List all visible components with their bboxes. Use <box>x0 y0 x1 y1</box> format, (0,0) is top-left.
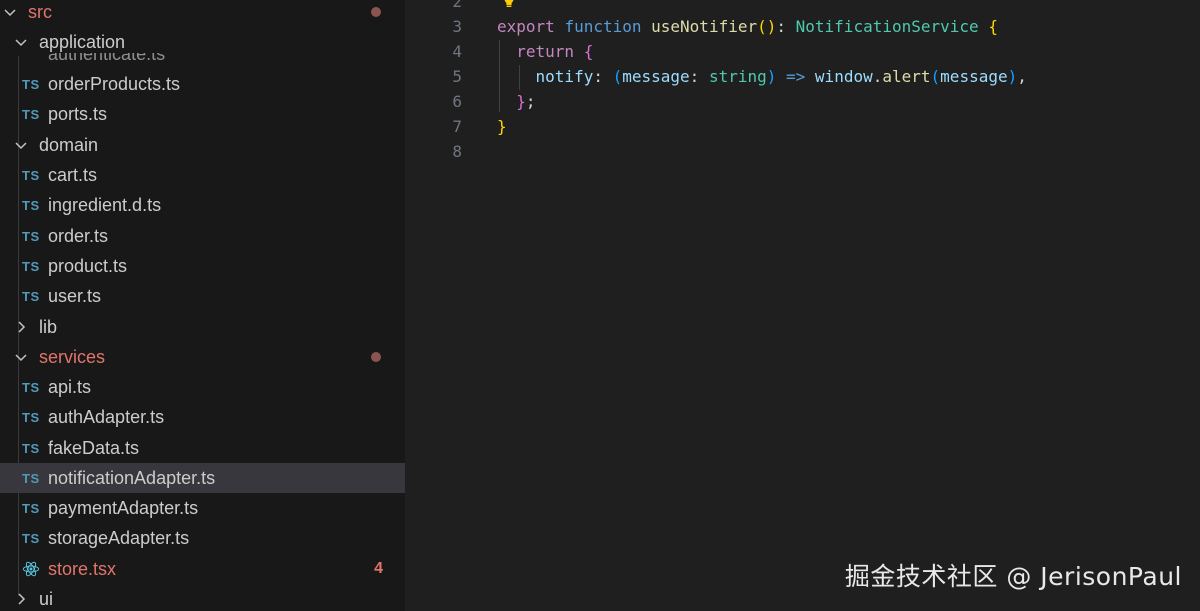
explorer-sidebar: src application authenticate.ts TS order… <box>0 0 406 611</box>
line-number: 4 <box>452 42 462 61</box>
tree-file-store[interactable]: store.tsx 4 <box>0 554 405 584</box>
chevron-down-icon <box>13 349 29 365</box>
tree-file-fakeData[interactable]: TS fakeData.ts <box>0 433 405 463</box>
line-number: 2 <box>452 0 462 11</box>
tree-file-ports[interactable]: TS ports.ts <box>0 99 405 129</box>
ts-file-icon: TS <box>22 258 40 274</box>
chevron-right-icon <box>13 591 29 607</box>
tree-file-paymentAdapter[interactable]: TS paymentAdapter.ts <box>0 493 405 523</box>
problems-count-badge: 4 <box>374 560 383 577</box>
ts-file-icon: TS <box>22 288 40 304</box>
chevron-down-icon <box>13 34 29 50</box>
ts-file-icon: TS <box>22 530 40 546</box>
ts-file-icon: TS <box>22 228 40 244</box>
tree-label: domain <box>39 134 99 155</box>
tree-label: paymentAdapter.ts <box>48 497 199 518</box>
line-number: 5 <box>452 67 462 86</box>
ts-file-icon: TS <box>22 500 40 516</box>
code-line-6: }; <box>516 92 536 111</box>
tree-file-storageAdapter[interactable]: TS storageAdapter.ts <box>0 523 405 553</box>
ts-file-icon: TS <box>22 409 40 425</box>
ts-file-icon: TS <box>22 106 40 122</box>
ts-file-icon: TS <box>22 379 40 395</box>
chevron-right-icon <box>13 319 29 335</box>
tree-file-user[interactable]: TS user.ts <box>0 281 405 311</box>
tree-label: src <box>28 1 52 22</box>
tree-file-api[interactable]: TS api.ts <box>0 372 405 402</box>
tree-label: ports.ts <box>48 103 108 124</box>
tree-label: authAdapter.ts <box>48 406 165 427</box>
tree-file-authAdapter[interactable]: TS authAdapter.ts <box>0 402 405 432</box>
tree-label: product.ts <box>48 255 128 276</box>
watermark: 掘金技术社区 @ JerisonPaul <box>844 562 1182 591</box>
code-line-3: export function useNotifier(): Notificat… <box>497 17 998 36</box>
tree-label: ingredient.d.ts <box>48 194 162 215</box>
tree-label: user.ts <box>48 285 102 306</box>
code-line-5: notify: (message: string) => window.aler… <box>535 67 1027 86</box>
modified-dot <box>371 352 381 362</box>
tree-folder-lib[interactable]: lib <box>0 312 405 342</box>
tree-label: api.ts <box>48 376 92 397</box>
tree-file-ingredient[interactable]: TS ingredient.d.ts <box>0 190 405 220</box>
tree-file-product[interactable]: TS product.ts <box>0 251 405 281</box>
tree-label: orderProducts.ts <box>48 73 181 94</box>
ts-file-icon: TS <box>22 76 40 92</box>
ts-file-icon: TS <box>22 440 40 456</box>
tree-label: cart.ts <box>48 164 98 185</box>
modified-dot <box>371 7 381 17</box>
tree-label: order.ts <box>48 225 109 246</box>
code-line-4: return { <box>516 42 594 61</box>
tree-label: notificationAdapter.ts <box>48 467 216 488</box>
tree-label: application <box>39 31 126 52</box>
tree-file-orderProducts[interactable]: TS orderProducts.ts <box>0 69 405 99</box>
tree-folder-domain[interactable]: domain <box>0 130 405 160</box>
tree-file-order[interactable]: TS order.ts <box>0 221 405 251</box>
code-editor[interactable]: 2 3 4 5 6 7 8 export function useNotifie… <box>406 0 1200 611</box>
tree-label: fakeData.ts <box>48 437 140 458</box>
tree-label: store.tsx <box>48 558 117 579</box>
chevron-down-icon <box>2 4 18 20</box>
line-number: 3 <box>452 17 462 36</box>
line-number: 7 <box>452 117 462 136</box>
tree-file-cart[interactable]: TS cart.ts <box>0 160 405 190</box>
react-icon <box>22 560 48 578</box>
line-number: 6 <box>452 92 462 111</box>
ts-file-icon: TS <box>22 197 40 213</box>
ts-file-icon: TS <box>22 470 40 486</box>
tree-label: services <box>39 346 106 367</box>
tree-label: lib <box>39 316 58 337</box>
tree-folder-services[interactable]: services <box>0 342 405 372</box>
chevron-down-icon <box>13 137 29 153</box>
tree-label: ui <box>39 588 54 609</box>
tree-file-notificationAdapter[interactable]: TS notificationAdapter.ts <box>0 463 405 493</box>
code-line-7: } <box>497 117 507 136</box>
tree-folder-src[interactable]: src <box>0 0 405 27</box>
ts-file-icon: TS <box>22 167 40 183</box>
tree-folder-application[interactable]: application <box>0 27 405 57</box>
lightbulb-icon[interactable] <box>502 0 516 8</box>
tree-label: storageAdapter.ts <box>48 527 190 548</box>
tree-folder-ui[interactable]: ui <box>0 584 405 611</box>
line-number: 8 <box>452 142 462 161</box>
